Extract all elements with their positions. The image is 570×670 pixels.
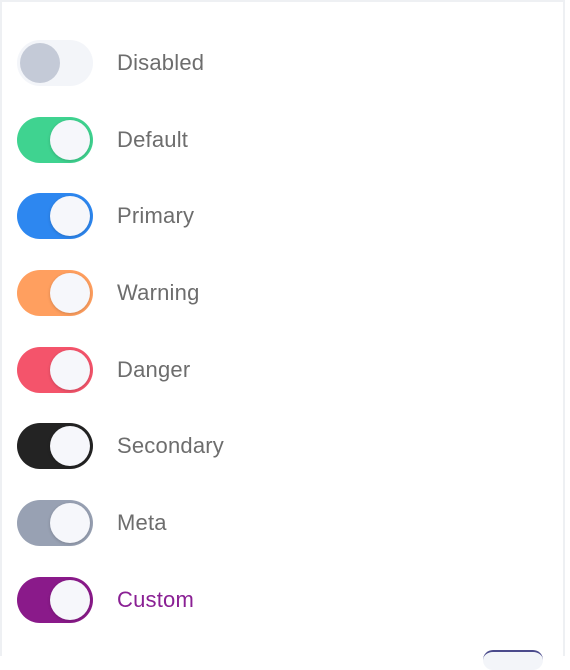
toggle-knob [20, 43, 60, 83]
toggle-label: Warning [117, 280, 200, 306]
toggle-row-danger[interactable]: Danger [17, 346, 224, 393]
toggle-label: Meta [117, 510, 167, 536]
toggle-label: Disabled [117, 50, 205, 75]
toggle-knob [50, 579, 90, 620]
toggle-knob [50, 119, 90, 160]
toggle-knob [50, 196, 90, 237]
toggle-list: Disabled Default Primary Warning Danger … [17, 40, 224, 654]
toggle-row-disabled: Disabled [17, 40, 224, 86]
primary-toggle[interactable] [17, 193, 93, 240]
toggle-row-custom[interactable]: Custom [17, 576, 224, 623]
partial-toggle-edge[interactable] [483, 650, 543, 670]
toggle-row-secondary[interactable]: Secondary [17, 423, 224, 470]
secondary-toggle[interactable] [17, 423, 93, 470]
toggle-label: Custom [117, 586, 194, 612]
toggle-row-meta[interactable]: Meta [17, 500, 224, 547]
disabled-toggle [17, 40, 93, 86]
meta-toggle[interactable] [17, 500, 93, 547]
toggle-knob [50, 426, 90, 467]
toggle-label: Primary [117, 203, 195, 229]
toggle-row-warning[interactable]: Warning [17, 270, 224, 317]
custom-toggle[interactable] [17, 576, 93, 623]
toggle-knob [50, 503, 90, 544]
toggle-row-primary[interactable]: Primary [17, 193, 224, 240]
toggle-label: Secondary [117, 433, 224, 459]
toggle-label: Danger [117, 356, 191, 382]
toggle-knob [50, 349, 90, 390]
default-toggle[interactable] [17, 116, 93, 163]
toggle-row-default[interactable]: Default [17, 116, 224, 163]
warning-toggle[interactable] [17, 270, 93, 317]
toggle-knob [50, 273, 90, 314]
danger-toggle[interactable] [17, 346, 93, 393]
toggle-label: Default [117, 126, 189, 152]
